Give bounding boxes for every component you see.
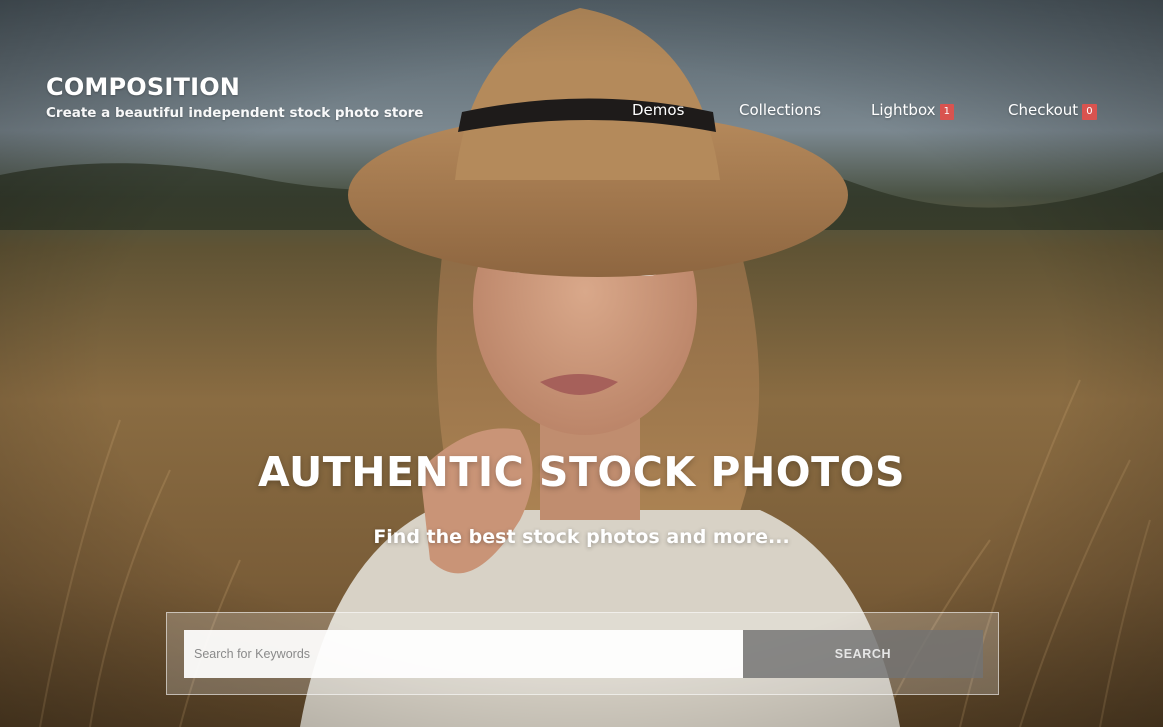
nav-item-checkout[interactable]: Checkout 0 — [1008, 100, 1097, 120]
search-button[interactable]: SEARCH — [743, 630, 983, 678]
checkout-count-badge: 0 — [1082, 104, 1097, 120]
hero-subheadline: Find the best stock photos and more... — [373, 526, 790, 548]
nav-item-collections[interactable]: Collections — [739, 100, 821, 120]
hero-section: COMPOSITION Create a beautiful independe… — [0, 0, 1163, 727]
hero-headline: AUTHENTIC STOCK PHOTOS — [257, 448, 905, 496]
main-navigation: Demos Collections Lightbox 1 Checkout 0 — [0, 100, 1163, 122]
nav-item-lightbox-label: Lightbox — [871, 101, 936, 119]
nav-item-checkout-label: Checkout — [1008, 101, 1079, 119]
search-form: SEARCH — [166, 612, 999, 695]
search-input[interactable] — [184, 630, 743, 678]
site-title[interactable]: COMPOSITION — [46, 72, 423, 102]
nav-item-lightbox[interactable]: Lightbox 1 — [871, 100, 954, 120]
nav-item-demos[interactable]: Demos — [632, 100, 684, 120]
lightbox-count-badge: 1 — [939, 104, 954, 120]
